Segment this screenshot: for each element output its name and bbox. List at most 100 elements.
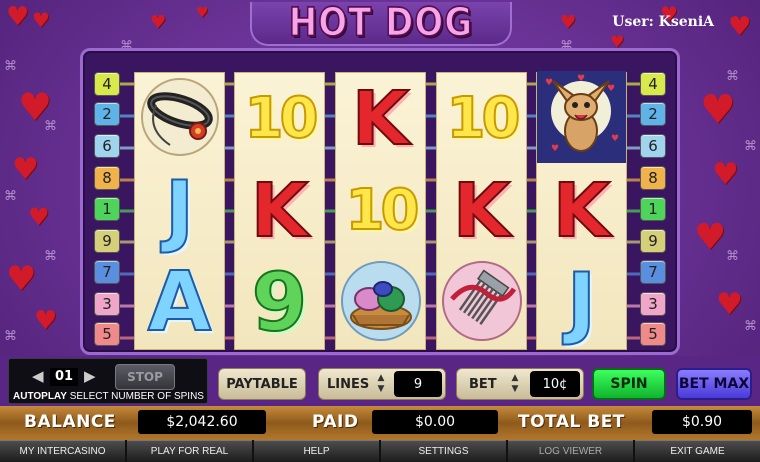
heart-decoration-icon: ♥ [32, 8, 50, 32]
paytable-button[interactable]: PAYTABLE [218, 368, 306, 400]
reel-cell: 10 [437, 73, 526, 165]
chihuahua-wild-icon: ♥ ♥ ♥ ♥ ♥ [537, 70, 626, 168]
payline-tab-left[interactable]: 7 [94, 260, 120, 284]
lines-label: LINES [327, 376, 370, 392]
bet-value: 10¢ [530, 371, 580, 397]
reel-symbol: J [566, 258, 597, 348]
bottom-nav: MY INTERCASINO PLAY FOR REAL HELP SETTIN… [0, 440, 760, 462]
dog-bed-icon [339, 259, 423, 348]
bone-decoration-icon: ⌘ [44, 119, 57, 134]
reel-symbol: K [250, 168, 309, 254]
heart-decoration-icon: ♥ [728, 12, 752, 42]
payline-tab-right[interactable]: 7 [640, 260, 666, 284]
reel-cell [135, 73, 224, 165]
nav-help[interactable]: HELP [254, 440, 379, 462]
svg-text:♥: ♥ [545, 78, 553, 88]
payline-tab-left[interactable]: 9 [94, 229, 120, 253]
reel-cell: 9 [235, 257, 324, 349]
heart-decoration-icon: ♥ [560, 12, 577, 33]
heart-decoration-icon: ♥ [694, 217, 727, 258]
lines-stepper-icon[interactable]: ▲ ▼ [372, 372, 390, 396]
payline-tab-left[interactable]: 6 [94, 134, 120, 158]
svg-text:♥: ♥ [607, 84, 615, 94]
total-bet-value: $0.90 [652, 410, 752, 434]
svg-text:♥: ♥ [551, 144, 559, 154]
payline-tab-right[interactable]: 6 [640, 134, 666, 158]
total-bet-label: TOTAL BET [518, 412, 625, 432]
nav-play-for-real[interactable]: PLAY FOR REAL [127, 440, 252, 462]
reel-symbol: J [164, 166, 195, 256]
reel-symbol: 10 [446, 86, 522, 151]
reel-symbol: A [147, 255, 212, 350]
bet-max-button[interactable]: BET MAX [676, 368, 752, 400]
payline-tab-right[interactable]: 1 [640, 197, 666, 221]
bone-decoration-icon: ⌘ [744, 319, 757, 334]
payline-tab-left[interactable]: 8 [94, 166, 120, 190]
autoplay-label: AUTOPLAY SELECT NUMBER OF SPINS [13, 391, 204, 402]
payline-tab-right[interactable]: 8 [640, 166, 666, 190]
bone-decoration-icon: ⌘ [4, 189, 17, 204]
spins-increase-icon[interactable]: ▶ [84, 367, 96, 385]
bone-decoration-icon: ⌘ [4, 59, 17, 74]
reel-cell: ♥ ♥ ♥ ♥ ♥ [537, 70, 626, 168]
bone-decoration-icon: ⌘ [726, 69, 739, 84]
reel-cell: K [437, 165, 526, 257]
payline-tab-right[interactable]: 3 [640, 292, 666, 316]
payline-tab-left[interactable]: 1 [94, 197, 120, 221]
reel-symbol: 10 [345, 178, 421, 243]
spins-decrease-icon[interactable]: ◀ [32, 367, 44, 385]
reel-5: ♥ ♥ ♥ ♥ ♥ K J [536, 70, 627, 350]
reel-cell: K [235, 165, 324, 257]
reel-cell: J [537, 257, 626, 349]
balance-value: $2,042.60 [138, 410, 266, 434]
autoplay-label-bold: AUTOPLAY [13, 391, 67, 402]
autoplay-spin-count: 01 [50, 368, 78, 386]
autoplay-label-text: SELECT NUMBER OF SPINS [69, 391, 204, 402]
nav-exit-game[interactable]: EXIT GAME [635, 440, 760, 462]
heart-decoration-icon: ♥ [150, 12, 167, 33]
reel-cell [437, 257, 526, 349]
reel-cell [336, 257, 425, 349]
heart-decoration-icon: ♥ [712, 157, 739, 192]
nav-settings[interactable]: SETTINGS [381, 440, 506, 462]
payline-tab-left[interactable]: 4 [94, 72, 120, 96]
heart-decoration-icon: ♥ [12, 152, 39, 187]
bet-label: BET [469, 376, 497, 392]
reel-symbol: K [552, 168, 611, 254]
game-stage: ♥ ♥ ♥ ♥ ♥ ♥ ♥ ♥ ♥ ♥ ♥ ♥ ♥ ♥ ♥ ♥ ♥ ⌘ ⌘ ⌘ ⌘ ⌘ ⌘ ⌘ ⌘ ⌘ ⌘ ⌘ HOT DOG Use… [0, 0, 760, 462]
nav-my-intercasino[interactable]: MY INTERCASINO [0, 440, 125, 462]
reel-cell: K [336, 73, 425, 165]
dog-collar-icon [140, 75, 220, 164]
bone-decoration-icon: ⌘ [44, 249, 57, 264]
payline-tab-right[interactable]: 2 [640, 102, 666, 126]
bone-decoration-icon: ⌘ [4, 329, 17, 344]
payline-tab-left[interactable]: 5 [94, 322, 120, 346]
nav-log-viewer[interactable]: LOG VIEWER [508, 440, 633, 462]
payline-tab-left[interactable]: 3 [94, 292, 120, 316]
bet-stepper-icon[interactable]: ▲ ▼ [506, 372, 524, 396]
heart-decoration-icon: ♥ [700, 87, 736, 133]
reel-1: JA [134, 72, 225, 350]
payline-tab-right[interactable]: 9 [640, 229, 666, 253]
reel-cell: 10 [336, 165, 425, 257]
reel-cell: 10 [235, 73, 324, 165]
game-title: HOT DOG [288, 0, 474, 47]
reel-2: 10 K 9 [234, 72, 325, 350]
stop-button[interactable]: STOP [115, 364, 175, 390]
reel-symbol: 9 [251, 256, 309, 349]
heart-decoration-icon: ♥ [34, 306, 58, 336]
reel-cell: K [537, 165, 626, 257]
lines-value: 9 [394, 371, 442, 397]
payline-tab-left[interactable]: 2 [94, 102, 120, 126]
payline-tab-right[interactable]: 5 [640, 322, 666, 346]
reel-symbol: K [452, 168, 511, 254]
heart-decoration-icon: ♥ [716, 287, 743, 322]
user-label: User: KseniA [612, 14, 714, 30]
heart-decoration-icon: ♥ [196, 5, 209, 21]
paid-value: $0.00 [372, 410, 498, 434]
reel-3: K 10 [335, 72, 426, 350]
payline-tab-right[interactable]: 4 [640, 72, 666, 96]
spin-button[interactable]: SPIN [592, 368, 666, 400]
title-plate: HOT DOG [250, 0, 512, 47]
heart-decoration-icon: ♥ [6, 2, 30, 32]
